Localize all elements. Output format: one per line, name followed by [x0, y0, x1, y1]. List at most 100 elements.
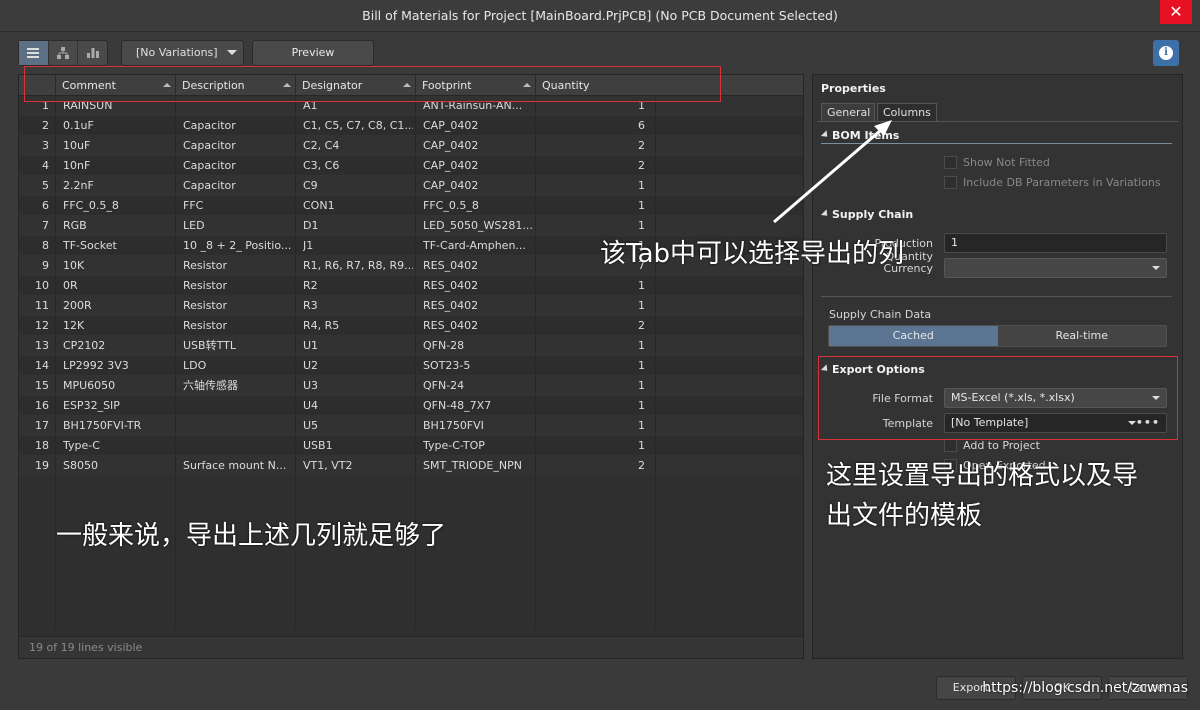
real-time-option[interactable]: Real-time [997, 326, 1166, 346]
table-row[interactable]: 16 ESP32_SIP U4 QFN-48_7X7 1 [19, 396, 803, 416]
cell-footprint: CAP_0402 [423, 119, 479, 132]
view-mode-toggle [18, 40, 108, 66]
cell-comment: MPU6050 [63, 379, 116, 392]
watermark: https://blog.csdn.net/zcwmas [982, 680, 1188, 696]
cell-designator: U4 [303, 399, 319, 412]
title-bar: Bill of Materials for Project [MainBoard… [0, 0, 1200, 32]
cell-comment: S8050 [63, 459, 98, 472]
table-row[interactable]: 10 0R Resistor R2 RES_0402 1 [19, 276, 803, 296]
cell-n: 7 [42, 219, 49, 232]
cell-footprint: SOT23-5 [423, 359, 471, 372]
table-row[interactable]: 15 MPU6050 六轴传感器 U3 QFN-24 1 [19, 376, 803, 396]
preview-button[interactable]: Preview [252, 40, 374, 66]
cell-qty: 1 [638, 179, 645, 192]
cell-n: 11 [35, 299, 49, 312]
columns-highlight-box [24, 66, 721, 102]
table-row[interactable]: 7 RGB LED D1 LED_5050_WS281... 1 [19, 216, 803, 236]
cell-footprint: TF-Card-Amphen... [423, 239, 526, 252]
cell-description: Capacitor [183, 179, 236, 192]
show-not-fitted-checkbox[interactable] [944, 156, 957, 169]
cell-qty: 1 [638, 339, 645, 352]
table-row[interactable]: 19 S8050 Surface mount N... VT1, VT2 SMT_TRI… [19, 456, 803, 476]
cell-n: 8 [42, 239, 49, 252]
bom-grid: Comment Description Designator Footprint… [18, 74, 804, 659]
grid-footer: 19 of 19 lines visible [19, 636, 803, 658]
cell-designator: C3, C6 [303, 159, 340, 172]
table-row[interactable]: 18 Type-C USB1 Type-C-TOP 1 [19, 436, 803, 456]
cell-designator: R1, R6, R7, R8, R9... [303, 259, 413, 272]
table-row[interactable]: 3 10uF Capacitor C2, C4 CAP_0402 2 [19, 136, 803, 156]
cell-description: Capacitor [183, 119, 236, 132]
cell-comment: RGB [63, 219, 87, 232]
cell-comment: LP2992 3V3 [63, 359, 129, 372]
cell-n: 4 [42, 159, 49, 172]
cell-designator: U5 [303, 419, 319, 432]
table-row[interactable]: 11 200R Resistor R3 RES_0402 1 [19, 296, 803, 316]
cell-designator: C9 [303, 179, 318, 192]
cell-n: 16 [35, 399, 49, 412]
cell-qty: 1 [638, 279, 645, 292]
cell-comment: 2.2nF [63, 179, 94, 192]
cell-footprint: LED_5050_WS281... [423, 219, 533, 232]
tab-annotation: 该Tab中可以选择导出的列 [600, 239, 905, 269]
cell-qty: 2 [638, 319, 645, 332]
cell-comment: Type-C [63, 439, 100, 452]
cell-designator: R2 [303, 279, 318, 292]
cell-comment: 10nF [63, 159, 91, 172]
table-row[interactable]: 6 FFC_0.5_8 FFC CON1 FFC_0.5_8 1 [19, 196, 803, 216]
table-row[interactable]: 13 CP2102 USB转TTL U1 QFN-28 1 [19, 336, 803, 356]
cell-n: 12 [35, 319, 49, 332]
table-row[interactable]: 2 0.1uF Capacitor C1, C5, C7, C8, C1... CAP_… [19, 116, 803, 136]
column-divider [655, 96, 656, 628]
info-button[interactable]: i [1153, 40, 1179, 66]
cell-qty: 1 [638, 299, 645, 312]
cell-designator: C1, C5, C7, C8, C1... [303, 119, 413, 132]
cell-footprint: QFN-28 [423, 339, 465, 352]
info-icon: i [1159, 46, 1173, 60]
variations-dropdown[interactable]: [No Variations] [121, 40, 244, 66]
chart-view-button[interactable] [78, 41, 107, 65]
supply-chain-data-label: Supply Chain Data [829, 308, 932, 321]
add-to-project-checkbox[interactable] [944, 439, 957, 452]
cell-qty: 6 [638, 119, 645, 132]
cell-n: 10 [35, 279, 49, 292]
cell-n: 18 [35, 439, 49, 452]
currency-select[interactable] [944, 258, 1167, 278]
include-db-checkbox[interactable] [944, 176, 957, 189]
cell-qty: 1 [638, 359, 645, 372]
cell-description: Resistor [183, 279, 227, 292]
cell-footprint: FFC_0.5_8 [423, 199, 479, 212]
table-row[interactable]: 12 12K Resistor R4, R5 RES_0402 2 [19, 316, 803, 336]
section-divider [821, 296, 1172, 297]
flat-view-button[interactable] [19, 41, 49, 65]
production-quantity-input[interactable]: 1 [944, 233, 1167, 253]
cell-designator: CON1 [303, 199, 335, 212]
cell-n: 6 [42, 199, 49, 212]
cached-option[interactable]: Cached [829, 326, 998, 346]
table-row[interactable]: 17 BH1750FVI-TR U5 BH1750FVI 1 [19, 416, 803, 436]
cell-footprint: Type-C-TOP [423, 439, 485, 452]
cell-comment: 0.1uF [63, 119, 94, 132]
cell-n: 14 [35, 359, 49, 372]
cell-designator: VT1, VT2 [303, 459, 353, 472]
bar-chart-icon [86, 48, 99, 58]
table-row[interactable]: 4 10nF Capacitor C3, C6 CAP_0402 2 [19, 156, 803, 176]
table-row[interactable]: 14 LP2992 3V3 LDO U2 SOT23-5 1 [19, 356, 803, 376]
cell-designator: U2 [303, 359, 319, 372]
columns-annotation: 一般来说，导出上述几列就足够了 [56, 521, 447, 551]
base-view-button[interactable] [49, 41, 79, 65]
cell-comment: 10uF [63, 139, 91, 152]
window-title: Bill of Materials for Project [MainBoard… [362, 8, 838, 23]
show-not-fitted-label: Show Not Fitted [963, 156, 1050, 169]
cell-footprint: QFN-48_7X7 [423, 399, 492, 412]
hierarchy-icon [57, 47, 69, 59]
cell-designator: R4, R5 [303, 319, 340, 332]
export-annotation-line1: 这里设置导出的格式以及导 [826, 461, 1139, 491]
supply-chain-data-toggle: Cached Real-time [828, 325, 1167, 347]
cell-description [183, 416, 293, 436]
properties-title: Properties [821, 82, 886, 95]
close-button[interactable]: ✕ [1160, 0, 1192, 24]
cell-qty: 1 [638, 399, 645, 412]
table-row[interactable]: 5 2.2nF Capacitor C9 CAP_0402 1 [19, 176, 803, 196]
list-icon [27, 48, 40, 58]
